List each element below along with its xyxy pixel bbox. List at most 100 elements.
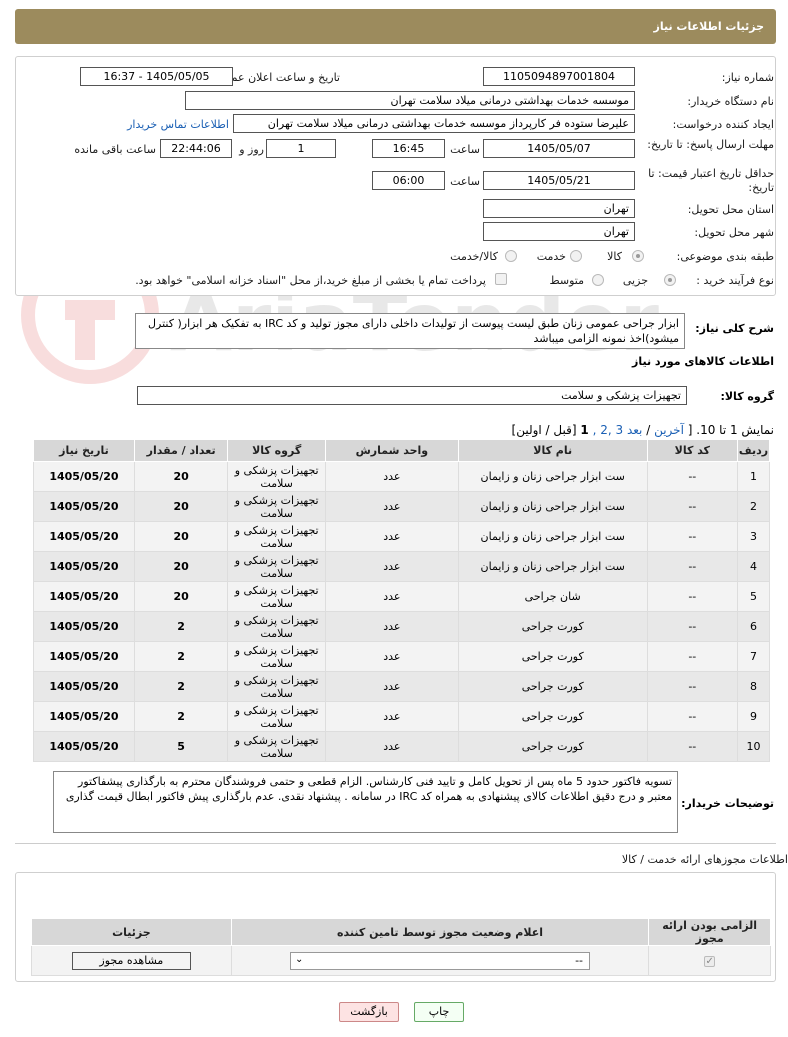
item-date: 1405/05/20 [33,581,135,612]
process-radio-medium[interactable] [592,274,604,286]
reply-time-label: ساعت [450,143,480,156]
item-code: -- [646,581,738,612]
item-group: تجهیزات پزشکی و سلامت [227,671,326,702]
item-unit: عدد [325,551,459,582]
item-unit: عدد [325,521,459,552]
item-name: ست ابزار جراحی زنان و زایمان [457,461,648,492]
creator-field: علیرضا ستوده فر کارپرداز موسسه خدمات بهد… [233,114,635,133]
item-qty: 20 [133,581,229,612]
reply-deadline-label: مهلت ارسال پاسخ: تا تاریخ: [647,138,774,151]
permits-divider [15,843,776,844]
pager: نمایش 1 تا 10. [ آخرین / بعد 3 ,2 , 1 [ق… [511,423,774,437]
item-unit: عدد [325,581,459,612]
category-radio-both[interactable] [505,250,517,262]
item-code: -- [646,551,738,582]
item-group: تجهیزات پزشکی و سلامت [227,521,326,552]
buyer-notes-label: توضیحات خریدار: [681,797,774,810]
chevron-down-icon: ⌄ [295,953,304,965]
item-group: تجهیزات پزشکی و سلامت [227,581,326,612]
permit-status-select[interactable]: -- ⌄ [290,951,591,970]
table-row: 7 -- کورت جراحی عدد تجهیزات پزشکی و سلامت 2 14… [33,641,771,672]
item-code: -- [646,521,738,552]
goods-group-field: تجهیزات پزشکی و سلامت [137,386,687,405]
item-date: 1405/05/20 [33,641,135,672]
pager-suffix: [قبل / اولین] [511,423,577,437]
province-label: استان محل تحویل: [687,203,774,216]
item-unit: عدد [325,491,459,522]
permit-status-value: -- [575,953,584,967]
view-permit-button[interactable]: مشاهده مجوز [71,951,191,970]
payment-checkbox[interactable] [495,273,507,285]
row-number: 3 [736,521,771,552]
print-button[interactable]: چاپ [414,1002,464,1022]
item-unit: عدد [325,731,459,762]
item-name: کورت جراحی [457,611,648,642]
item-qty: 20 [133,461,229,492]
category-radio-service[interactable] [570,250,582,262]
buyer-org-field: موسسه خدمات بهداشتی درمانی میلاد سلامت ت… [185,91,635,110]
category-label: طبقه بندی موضوعی: [676,250,774,263]
remaining-time-field: 22:44:06 [160,139,232,158]
process-option-minor: جزیی [622,274,648,287]
pager-pages-link[interactable]: 3 ,2 , [593,423,624,437]
price-time-field: 06:00 [372,171,445,190]
item-group: تجهیزات پزشکی و سلامت [227,461,326,492]
col-row: ردیف [736,439,771,462]
item-date: 1405/05/20 [33,551,135,582]
pager-next-link[interactable]: بعد [627,423,642,437]
reply-date-field: 1405/05/07 [483,139,635,158]
item-name: ست ابزار جراحی زنان و زایمان [457,551,648,582]
permits-col-details: جزئیات [31,918,232,946]
price-time-label: ساعت [450,175,480,188]
item-name: کورت جراحی [457,701,648,732]
permits-required-cell: ✓ [648,945,771,976]
process-radio-minor[interactable] [664,274,676,286]
col-qty: تعداد / مقدار [133,439,229,462]
back-button[interactable]: بازگشت [339,1002,399,1022]
item-code: -- [646,491,738,522]
permits-col-required: الزامی بودن ارائه مجوز [648,918,771,946]
item-date: 1405/05/20 [33,701,135,732]
table-row: 1 -- ست ابزار جراحی زنان و زایمان عدد تجهیزا… [33,461,771,492]
goods-table: ردیف کد کالا نام کالا واحد شمارش گروه کا… [33,439,771,762]
item-unit: عدد [325,671,459,702]
item-qty: 20 [133,521,229,552]
days-label: روز و [239,143,264,156]
item-code: -- [646,671,738,702]
item-code: -- [646,461,738,492]
payment-note: پرداخت تمام یا بخشی از مبلغ خرید،از محل … [135,274,486,287]
buyer-org-label: نام دستگاه خریدار: [687,95,774,108]
contact-buyer-link[interactable]: اطلاعات تماس خریدار [127,118,229,131]
item-qty: 20 [133,491,229,522]
item-date: 1405/05/20 [33,491,135,522]
goods-group-label: گروه کالا: [720,390,774,403]
table-row: 8 -- کورت جراحی عدد تجهیزات پزشکی و سلامت 2 14… [33,671,771,702]
item-code: -- [646,611,738,642]
item-name: ست ابزار جراحی زنان و زایمان [457,491,648,522]
city-label: شهر محل تحویل: [694,226,774,239]
category-radio-goods[interactable] [632,250,644,262]
remaining-label: ساعت باقی مانده [74,143,156,156]
item-name: کورت جراحی [457,671,648,702]
permits-status-cell: -- ⌄ [230,945,650,976]
table-row: 10 -- کورت جراحی عدد تجهیزات پزشکی و سلامت 5 1… [33,731,771,762]
summary-label: شرح کلی نیاز: [695,322,774,335]
item-date: 1405/05/20 [33,671,135,702]
permits-title: اطلاعات مجوزهای ارائه خدمت / کالا [621,853,788,866]
goods-table-header: ردیف کد کالا نام کالا واحد شمارش گروه کا… [33,439,771,462]
item-unit: عدد [325,641,459,672]
row-number: 6 [736,611,771,642]
table-row: 9 -- کورت جراحی عدد تجهیزات پزشکی و سلامت 2 14… [33,701,771,732]
row-number: 9 [736,701,771,732]
item-date: 1405/05/20 [33,461,135,492]
permits-col-status: اعلام وضعیت مجوز توسط تامین کننده [230,918,650,946]
row-number: 4 [736,551,771,582]
item-qty: 2 [133,611,229,642]
category-option-both: کالا/خدمت [450,250,498,263]
required-check-icon: ✓ [704,956,716,967]
reply-time-field: 16:45 [372,139,445,158]
item-code: -- [646,641,738,672]
item-group: تجهیزات پزشکی و سلامت [227,641,326,672]
announce-field: 1405/05/05 - 16:37 [80,67,233,86]
pager-last-link[interactable]: آخرین [654,423,684,437]
